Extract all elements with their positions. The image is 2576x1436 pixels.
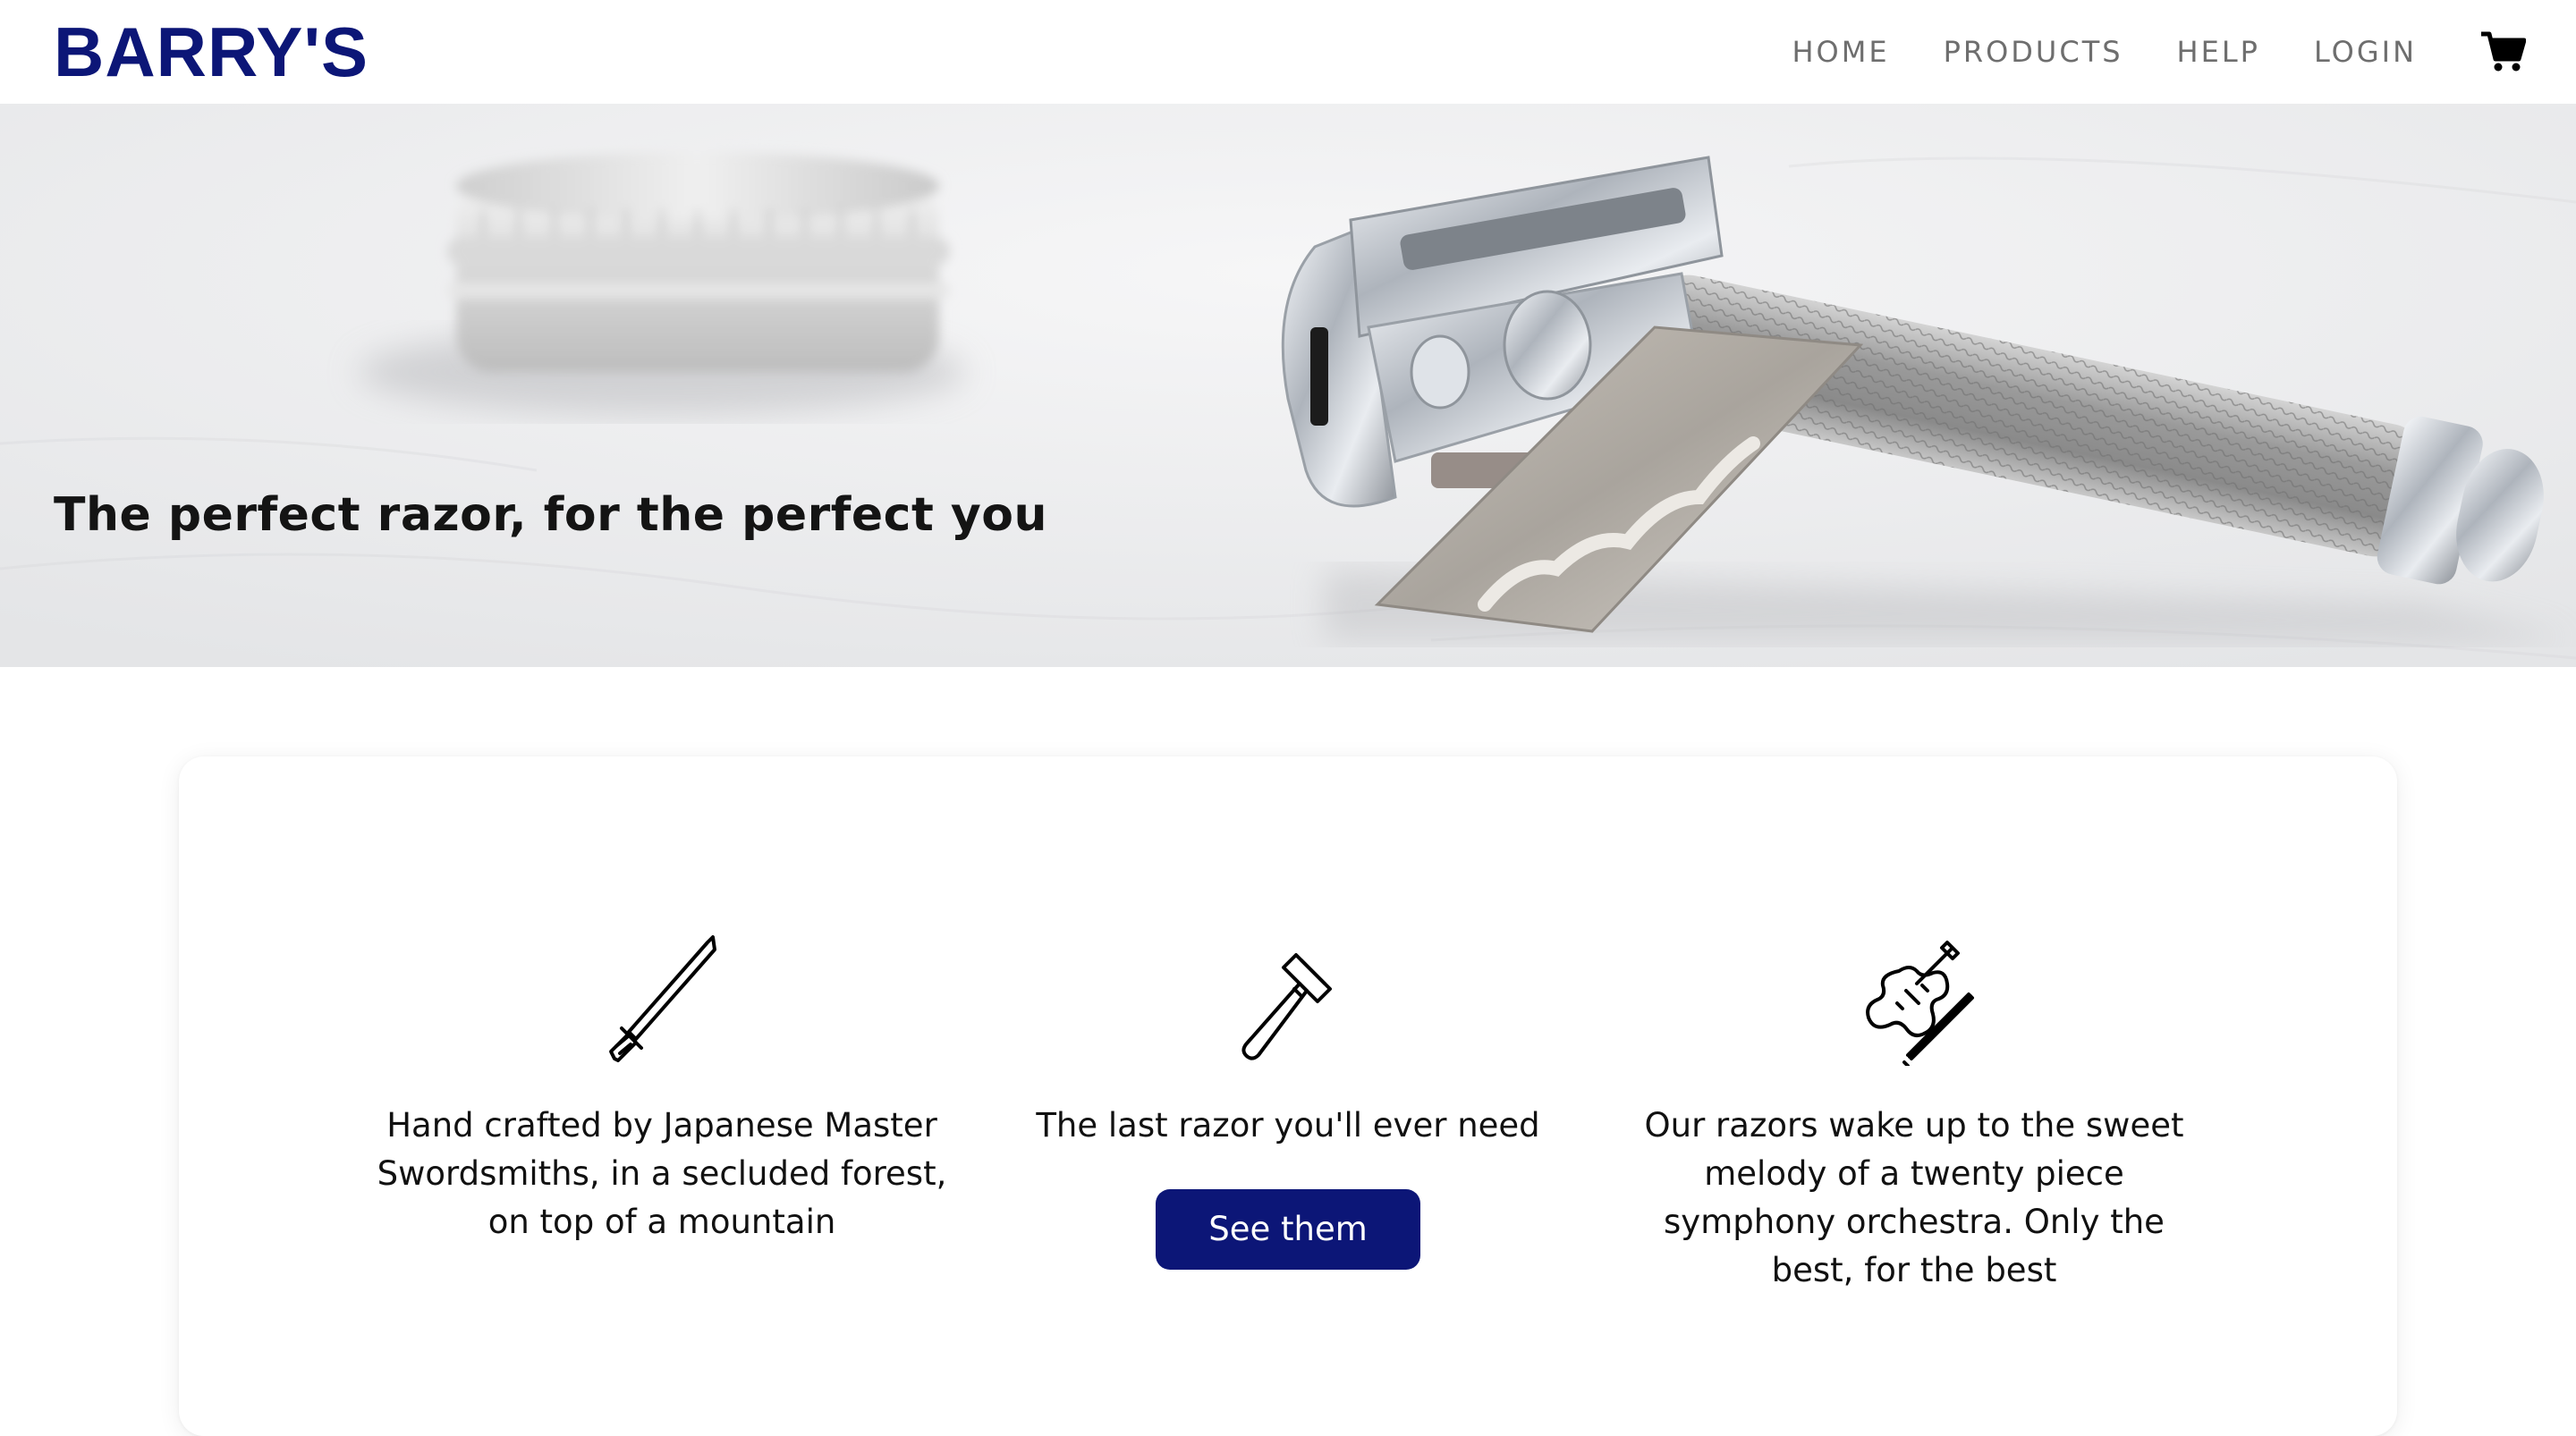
brand-logo[interactable]: BARRY'S bbox=[54, 17, 369, 87]
navbar: BARRY'S HOME PRODUCTS HELP LOGIN bbox=[0, 0, 2576, 104]
hero-image bbox=[0, 104, 2576, 667]
feature-orchestra: Our razors wake up to the sweet melody o… bbox=[1610, 756, 2218, 1295]
see-products-button[interactable]: See them here bbox=[1156, 1189, 1420, 1329]
nav-link-login[interactable]: LOGIN bbox=[2314, 35, 2417, 69]
feature-text: Our razors wake up to the sweet melody o… bbox=[1644, 1106, 2184, 1289]
features-card: Hand crafted by Japanese Master Swordsmi… bbox=[179, 756, 2397, 1436]
nav-link-help[interactable]: HELP bbox=[2177, 35, 2260, 69]
feature-text: The last razor you'll ever need bbox=[1036, 1106, 1540, 1145]
katana-sword-icon bbox=[609, 935, 716, 1062]
feature-durability: The last razor you'll ever need See them… bbox=[984, 756, 1592, 1329]
feature-text: Hand crafted by Japanese Master Swordsmi… bbox=[377, 1106, 947, 1241]
feature-craftsmanship: Hand crafted by Japanese Master Swordsmi… bbox=[376, 756, 948, 1246]
hero-tagline: The perfect razor, for the perfect you bbox=[54, 488, 1048, 542]
shopping-cart-icon[interactable] bbox=[2481, 31, 2526, 72]
nav-menu: HOME PRODUCTS HELP LOGIN bbox=[1792, 31, 2526, 72]
nav-links: HOME PRODUCTS HELP LOGIN bbox=[1792, 35, 2417, 69]
razor-icon bbox=[1241, 953, 1332, 1060]
nav-link-products[interactable]: PRODUCTS bbox=[1944, 35, 2123, 69]
violin-icon bbox=[1866, 941, 1974, 1066]
hero-banner: The perfect razor, for the perfect you bbox=[0, 104, 2576, 667]
nav-link-home[interactable]: HOME bbox=[1792, 35, 1889, 69]
